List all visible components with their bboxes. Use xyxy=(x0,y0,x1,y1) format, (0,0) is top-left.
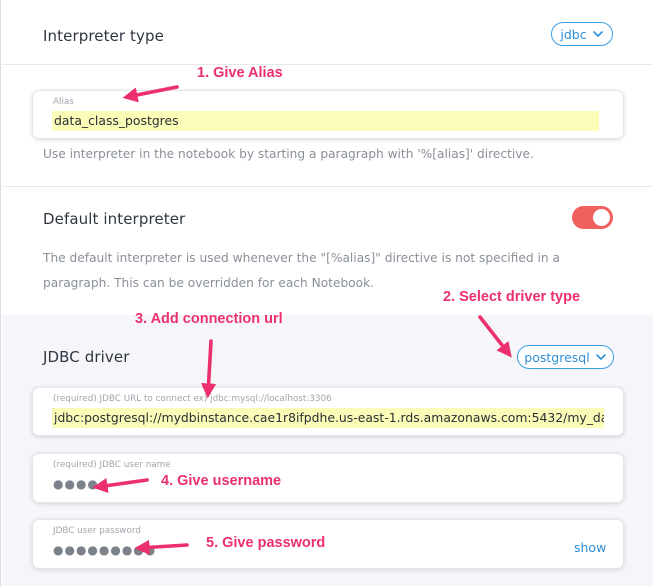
annotation-connection-url: 3. Add connection url xyxy=(135,311,283,327)
annotation-give-password: 5. Give password xyxy=(206,535,326,551)
chevron-down-icon xyxy=(595,354,606,360)
jdbc-url-field[interactable]: (required) JDBC URL to connect ex) jdbc:… xyxy=(32,387,624,436)
alias-input[interactable]: data_class_postgres xyxy=(52,111,599,131)
jdbc-user-input[interactable]: ●●●● xyxy=(53,477,99,491)
jdbc-password-field[interactable]: JDBC user password ●●●●●●●●● xyxy=(32,519,624,569)
jdbc-url-label: (required) JDBC URL to connect ex) jdbc:… xyxy=(53,394,332,404)
chevron-down-icon xyxy=(592,31,603,37)
jdbc-password-label: JDBC user password xyxy=(53,526,141,536)
default-interpreter-help-line2: paragraph. This can be overridden for ea… xyxy=(43,276,375,290)
jdbc-url-input[interactable]: jdbc:postgresql://mydbinstance.cae1r8ifp… xyxy=(52,408,604,428)
divider xyxy=(2,64,653,65)
alias-field[interactable]: Alias data_class_postgres xyxy=(32,90,624,139)
interpreter-type-dropdown[interactable]: jdbc xyxy=(551,22,613,46)
annotation-give-username: 4. Give username xyxy=(161,473,282,489)
jdbc-driver-label: JDBC driver xyxy=(43,348,130,366)
interpreter-settings-panel: Interpreter type jdbc Alias data_class_p… xyxy=(0,0,653,586)
interpreter-type-label: Interpreter type xyxy=(43,27,164,45)
default-interpreter-label: Default interpreter xyxy=(43,210,186,228)
toggle-knob xyxy=(593,209,610,226)
jdbc-user-field[interactable]: (required) JDBC user name ●●●● xyxy=(32,453,624,503)
alias-label: Alias xyxy=(53,97,74,107)
jdbc-driver-value: postgresql xyxy=(524,349,590,365)
default-interpreter-toggle[interactable] xyxy=(572,206,613,229)
annotation-give-alias: 1. Give Alias xyxy=(197,65,283,81)
alias-help-text: Use interpreter in the notebook by start… xyxy=(43,147,534,161)
jdbc-password-input[interactable]: ●●●●●●●●● xyxy=(53,543,156,557)
jdbc-user-label: (required) JDBC user name xyxy=(53,460,171,470)
default-interpreter-help-line1: The default interpreter is used whenever… xyxy=(43,251,560,265)
annotation-select-driver: 2. Select driver type xyxy=(443,289,581,305)
interpreter-type-value: jdbc xyxy=(560,26,587,42)
show-password-link[interactable]: show xyxy=(574,540,606,555)
jdbc-driver-dropdown[interactable]: postgresql xyxy=(517,345,614,369)
divider xyxy=(2,186,653,187)
